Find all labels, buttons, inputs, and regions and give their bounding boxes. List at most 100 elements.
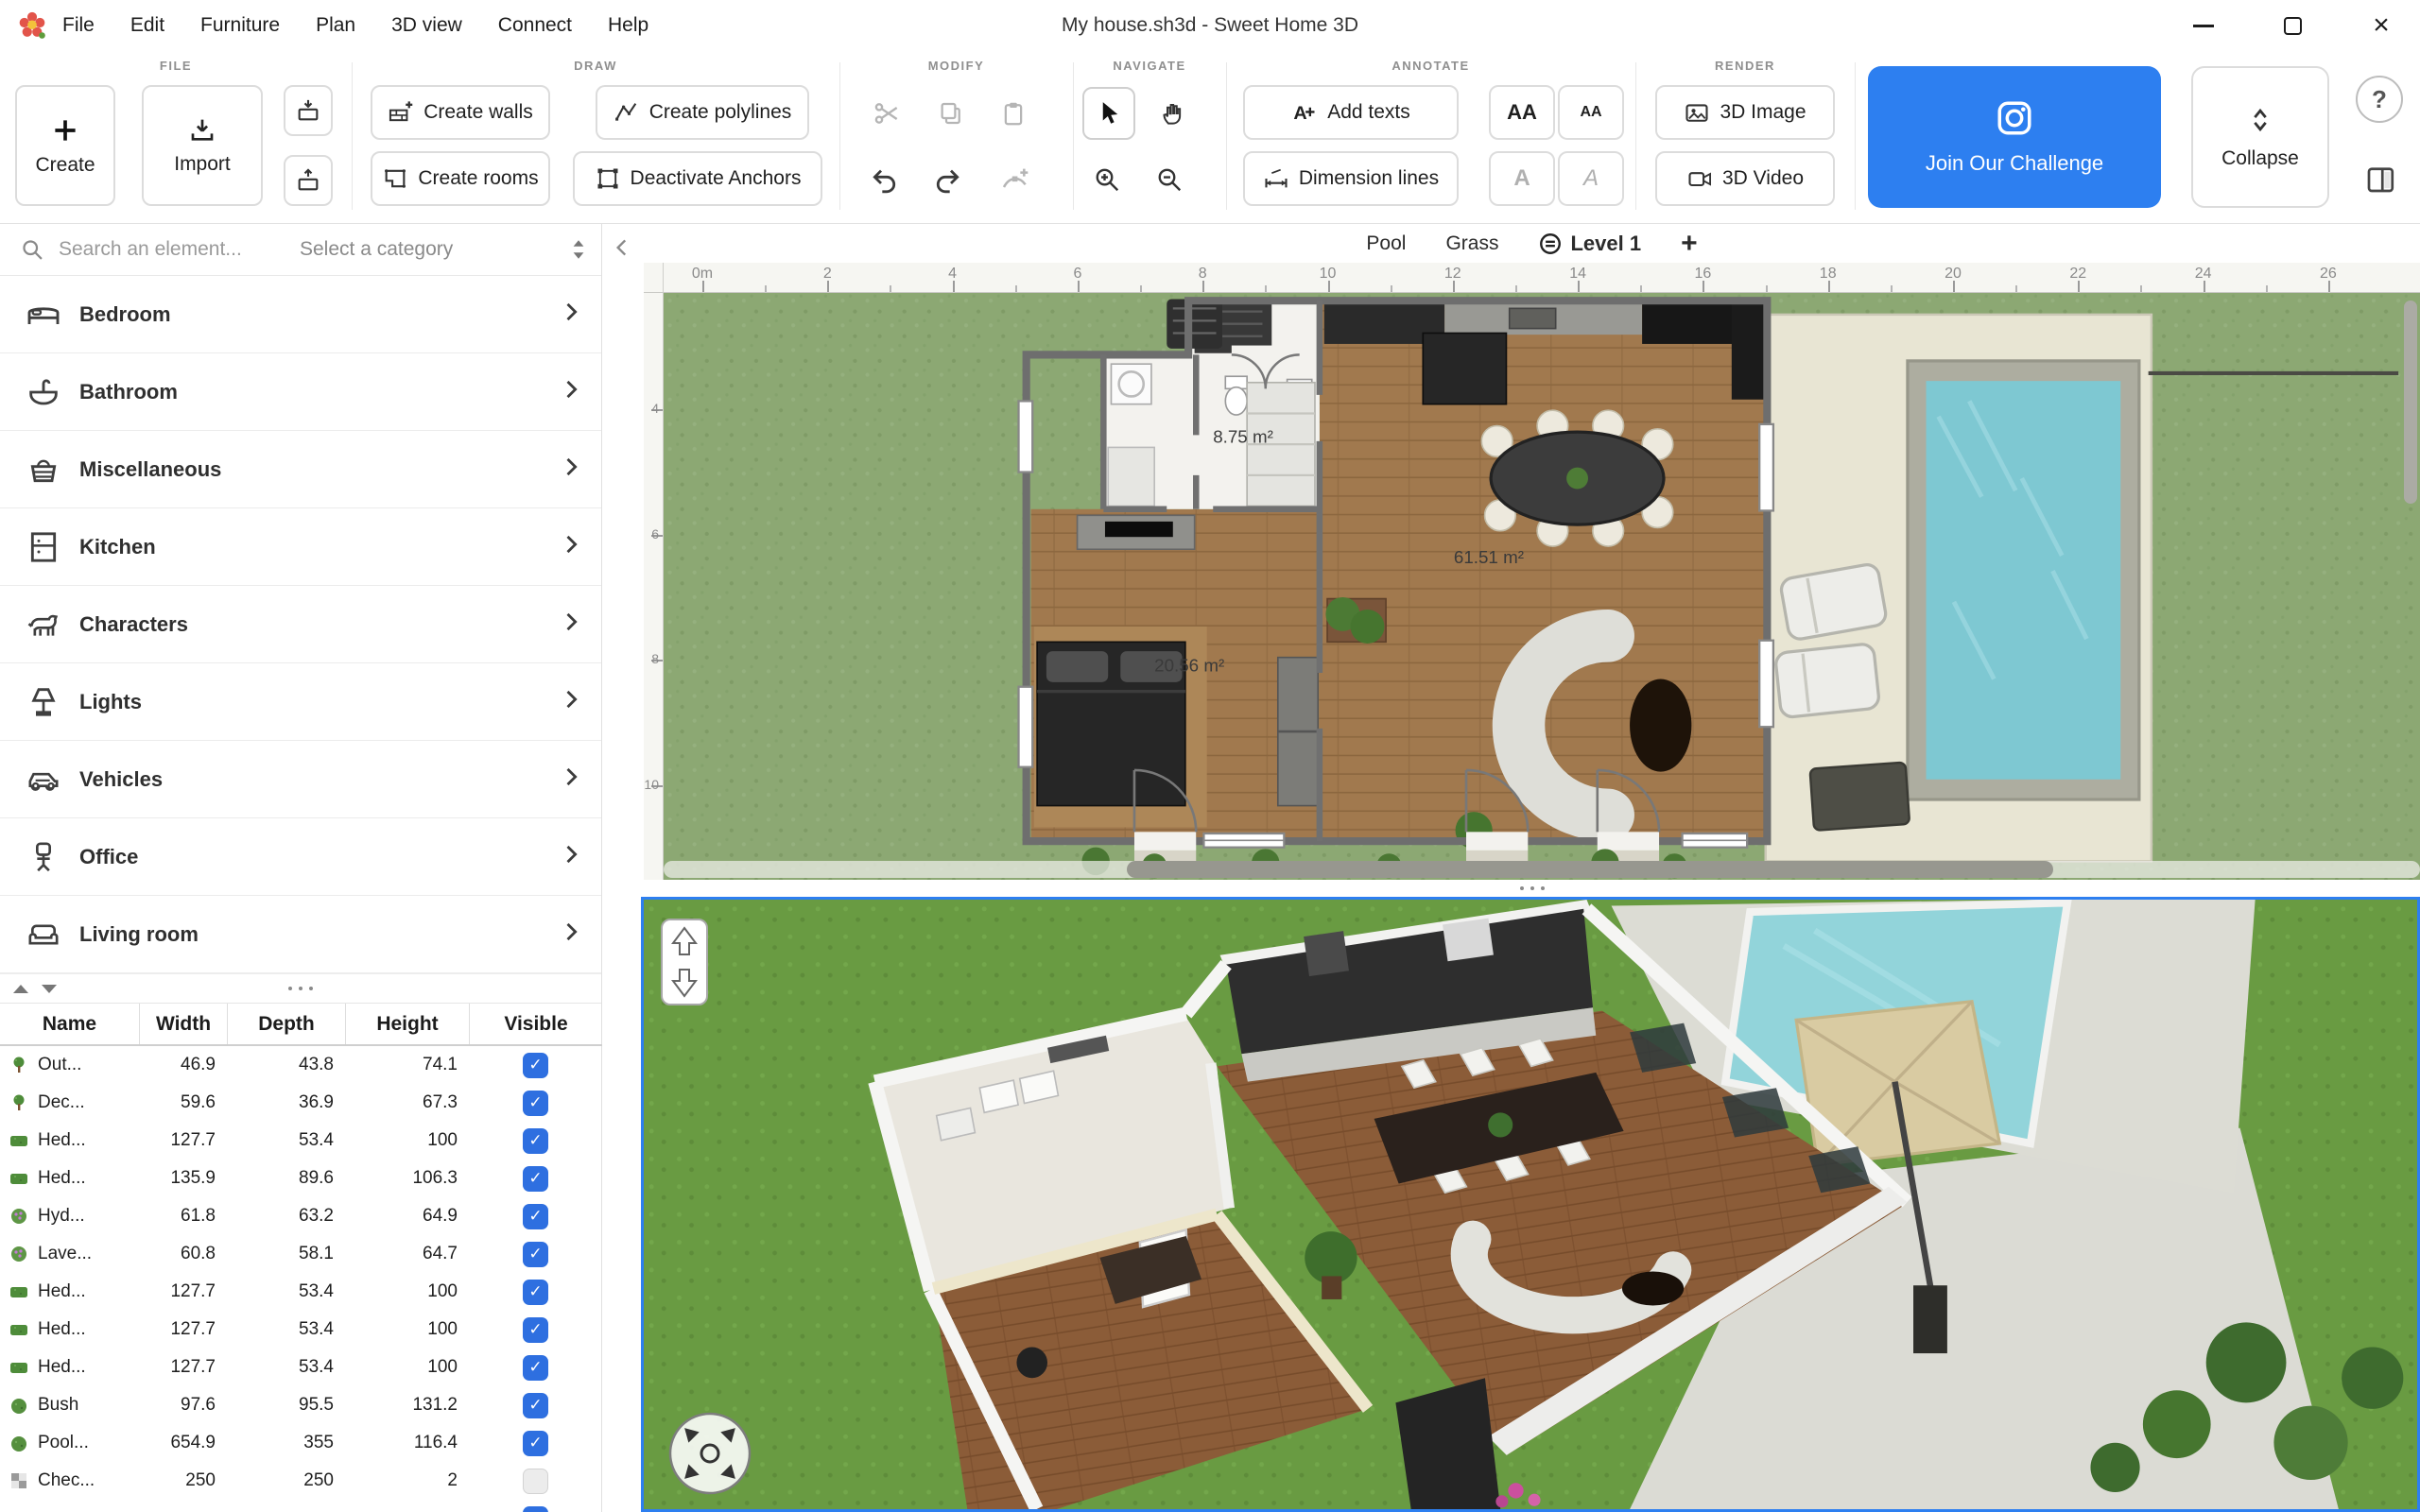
- compass-navigation-widget[interactable]: [666, 1410, 753, 1497]
- create-polylines-button[interactable]: Create polylines: [596, 85, 809, 140]
- paste-button[interactable]: [989, 89, 1038, 138]
- menu-file[interactable]: File: [62, 14, 95, 37]
- visible-checkbox[interactable]: [523, 1469, 548, 1494]
- menu-connect[interactable]: Connect: [498, 14, 572, 37]
- furniture-row[interactable]: Hed...127.753.4100✓: [0, 1273, 602, 1311]
- import-furniture-button[interactable]: [284, 85, 333, 136]
- planter[interactable]: [1325, 597, 1386, 644]
- sidebar-item-bedroom[interactable]: Bedroom: [0, 276, 601, 353]
- collapse-sidebar-chevron-icon[interactable]: [610, 235, 634, 260]
- sidebar-item-characters[interactable]: Characters: [0, 586, 601, 663]
- arrow-down-icon[interactable]: [668, 966, 700, 1000]
- visible-checkbox[interactable]: ✓: [523, 1204, 548, 1229]
- furniture-row[interactable]: Bush97.695.5131.2✓: [0, 1386, 602, 1424]
- maximize-icon[interactable]: [2278, 11, 2307, 40]
- render-3d-image-button[interactable]: 3D Image: [1655, 85, 1835, 140]
- furniture-row[interactable]: Pool...654.9355116.4✓: [0, 1424, 602, 1462]
- visible-checkbox[interactable]: ✓: [523, 1280, 548, 1305]
- column-header-height[interactable]: Height: [345, 1004, 469, 1044]
- select-tool-button[interactable]: [1082, 87, 1135, 140]
- column-header-visible[interactable]: Visible: [469, 1004, 602, 1044]
- collapse-toolbar-button[interactable]: Collapse: [2191, 66, 2329, 208]
- visible-checkbox[interactable]: ✓: [523, 1128, 548, 1154]
- furniture-row[interactable]: Hyd...61.863.264.9✓: [0, 1197, 602, 1235]
- import-button[interactable]: Import: [142, 85, 263, 206]
- visible-checkbox[interactable]: ✓: [523, 1355, 548, 1381]
- visible-checkbox[interactable]: ✓: [523, 1166, 548, 1192]
- visible-checkbox[interactable]: ✓: [523, 1053, 548, 1078]
- visible-checkbox[interactable]: ✓: [523, 1431, 548, 1456]
- house-plan[interactable]: 8.75 m² 61.51 m² 20.56 m²: [1019, 300, 1773, 879]
- create-walls-button[interactable]: Create walls: [371, 85, 550, 140]
- plan-horizontal-scroll-thumb[interactable]: [1127, 861, 2053, 878]
- side-panel-toggle-button[interactable]: [2358, 157, 2403, 202]
- category-select[interactable]: Select a category: [300, 236, 601, 263]
- sidebar-item-bathroom[interactable]: Bathroom: [0, 353, 601, 431]
- menu-furniture[interactable]: Furniture: [200, 14, 280, 37]
- add-level-button[interactable]: +: [1681, 228, 1698, 260]
- camera-elevation-widget[interactable]: [661, 919, 708, 1005]
- furniture-row[interactable]: Out...46.943.874.1✓: [0, 1046, 602, 1084]
- sidebar-item-vehicles[interactable]: Vehicles: [0, 741, 601, 818]
- sidebar-item-office[interactable]: Office: [0, 818, 601, 896]
- join-our-challenge-button[interactable]: Join Our Challenge: [1868, 66, 2161, 208]
- column-header-width[interactable]: Width: [139, 1004, 227, 1044]
- sidebar-item-lights[interactable]: Lights: [0, 663, 601, 741]
- style-bold-button[interactable]: A: [1489, 151, 1555, 206]
- redo-button[interactable]: [923, 155, 972, 204]
- pan-tool-button[interactable]: [1149, 89, 1198, 138]
- add-point-button[interactable]: [991, 155, 1040, 204]
- create-rooms-button[interactable]: Create rooms: [371, 151, 550, 206]
- plan-view[interactable]: 8.75 m² 61.51 m² 20.56 m²: [664, 293, 2420, 880]
- create-button[interactable]: Create: [15, 85, 115, 206]
- add-texts-button[interactable]: A Add texts: [1243, 85, 1459, 140]
- chevron-down-icon[interactable]: [42, 985, 57, 993]
- furniture-row[interactable]: Hed...127.753.4100✓: [0, 1311, 602, 1349]
- sidebar-item-miscellaneous[interactable]: Miscellaneous: [0, 431, 601, 508]
- view-3d-pane[interactable]: [641, 897, 2420, 1512]
- coffee-table[interactable]: [1630, 679, 1691, 772]
- furniture-row[interactable]: Lave...60.858.164.7✓: [0, 1235, 602, 1273]
- column-header-name[interactable]: Name: [0, 1004, 139, 1044]
- import-texture-button[interactable]: [284, 155, 333, 206]
- furniture-row[interactable]: Chec...2502502: [0, 1462, 602, 1500]
- font-smaller-button[interactable]: AA: [1558, 85, 1624, 140]
- tab-pool[interactable]: Pool: [1366, 232, 1406, 255]
- catalog-table-splitter[interactable]: [0, 973, 601, 1004]
- plan-3d-splitter[interactable]: [644, 880, 2420, 897]
- menu-help[interactable]: Help: [608, 14, 648, 37]
- minimize-icon[interactable]: [2189, 11, 2218, 40]
- visible-checkbox[interactable]: ✓: [523, 1317, 548, 1343]
- visible-checkbox[interactable]: ✓: [523, 1393, 548, 1418]
- lounge-chair[interactable]: [1775, 644, 1880, 718]
- furniture-row[interactable]: Dec...59.636.967.3✓: [0, 1084, 602, 1122]
- dimension-lines-button[interactable]: Dimension lines: [1243, 151, 1459, 206]
- arrow-up-icon[interactable]: [668, 924, 700, 958]
- render-3d-video-button[interactable]: 3D Video: [1655, 151, 1835, 206]
- help-button[interactable]: ?: [2356, 76, 2403, 123]
- zoom-in-button[interactable]: [1082, 155, 1132, 204]
- font-bigger-button[interactable]: AA: [1489, 85, 1555, 140]
- furniture-row[interactable]: Hed...127.753.4100✓: [0, 1122, 602, 1160]
- close-icon[interactable]: ×: [2367, 11, 2395, 40]
- sidebar-item-living-room[interactable]: Living room: [0, 896, 601, 973]
- plan-vertical-scroll-thumb[interactable]: [2404, 301, 2417, 504]
- visible-checkbox[interactable]: ✓: [523, 1242, 548, 1267]
- zoom-out-button[interactable]: [1145, 155, 1194, 204]
- cut-button[interactable]: [862, 89, 911, 138]
- deactivate-anchors-button[interactable]: Deactivate Anchors: [573, 151, 822, 206]
- style-italic-button[interactable]: A: [1558, 151, 1624, 206]
- parasol[interactable]: [1810, 763, 1910, 831]
- search-input[interactable]: [59, 238, 300, 261]
- visible-checkbox[interactable]: ✓: [523, 1506, 548, 1512]
- menu-edit[interactable]: Edit: [130, 14, 164, 37]
- floor-plan-canvas[interactable]: 8.75 m² 61.51 m² 20.56 m²: [664, 293, 2420, 880]
- column-header-depth[interactable]: Depth: [227, 1004, 345, 1044]
- furniture-row[interactable]: Hed...127.753.4100✓: [0, 1349, 602, 1386]
- sidebar-item-kitchen[interactable]: Kitchen: [0, 508, 601, 586]
- furniture-row[interactable]: ✓: [0, 1500, 602, 1512]
- undo-button[interactable]: [860, 155, 909, 204]
- copy-button[interactable]: [926, 89, 976, 138]
- furniture-row[interactable]: Hed...135.989.6106.3✓: [0, 1160, 602, 1197]
- tab-level-1[interactable]: Level 1: [1538, 232, 1641, 256]
